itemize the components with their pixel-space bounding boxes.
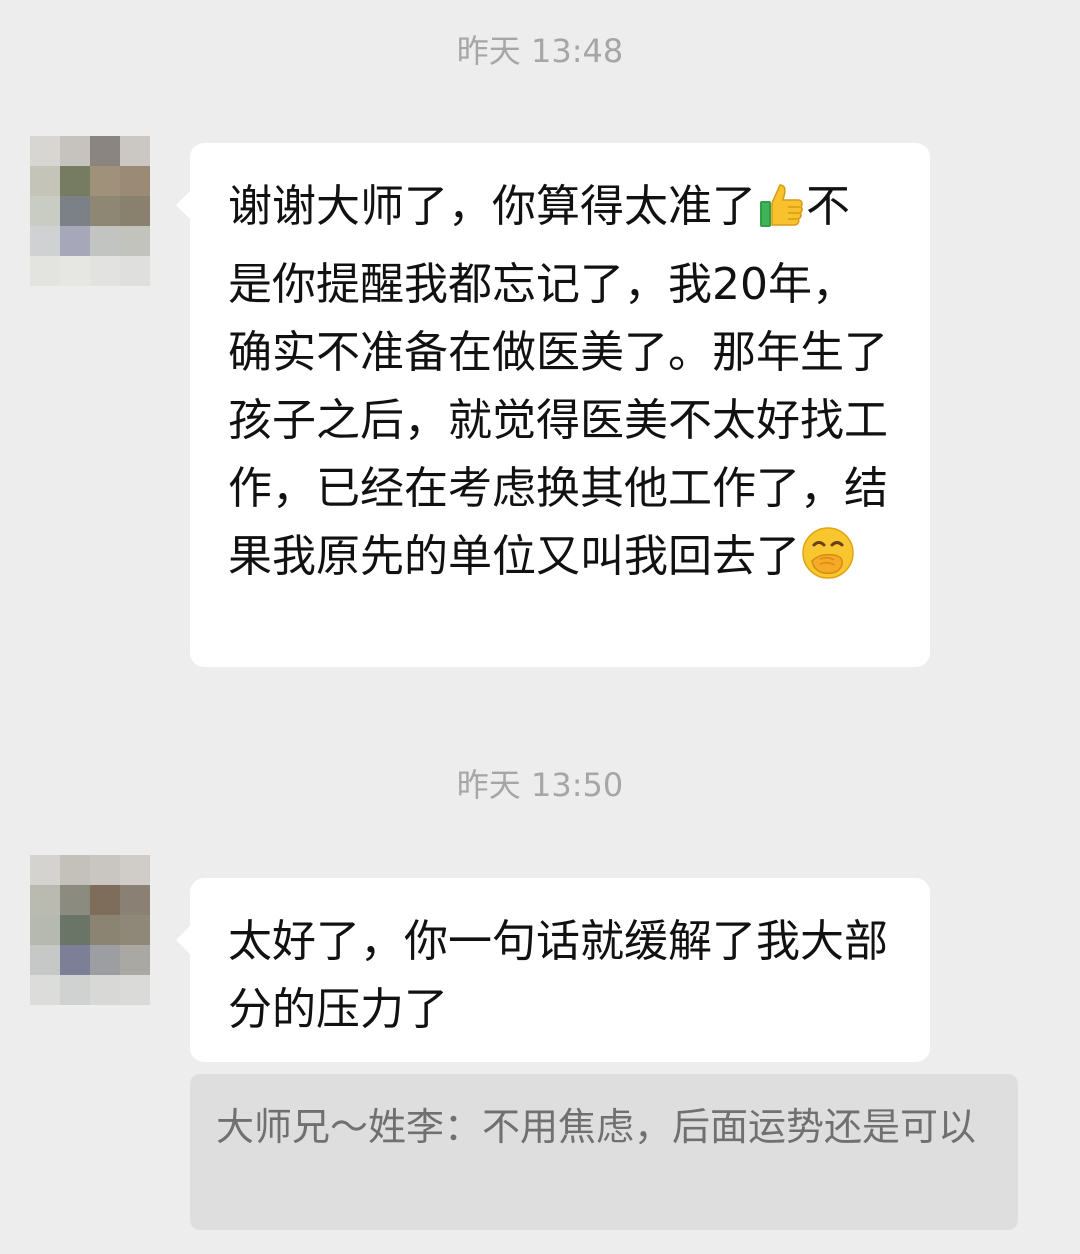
hand-over-mouth-face-icon bbox=[800, 525, 856, 601]
message-timestamp: 昨天 13:48 bbox=[456, 32, 624, 70]
message-text: 谢谢大师了，你算得太准了 bbox=[228, 181, 756, 232]
quoted-message-text: 大师兄～姓李：不用焦虑，后面运势还是可以 bbox=[216, 1105, 977, 1149]
avatar[interactable] bbox=[30, 136, 150, 286]
avatar[interactable] bbox=[30, 855, 150, 1005]
message-bubble[interactable]: 谢谢大师了，你算得太准了 不是你提醒我都忘记了，我20年，确实不准备在做医美了。… bbox=[176, 143, 930, 667]
message-timestamp: 昨天 13:50 bbox=[456, 766, 624, 804]
thumbs-up-icon bbox=[756, 181, 806, 251]
message-bubble[interactable]: 太好了，你一句话就缓解了我大部分的压力了 bbox=[176, 878, 930, 1062]
quoted-message[interactable]: 大师兄～姓李：不用焦虑，后面运势还是可以 bbox=[190, 1074, 1018, 1230]
message-text: 太好了，你一句话就缓解了我大部分的压力了 bbox=[228, 916, 888, 1035]
